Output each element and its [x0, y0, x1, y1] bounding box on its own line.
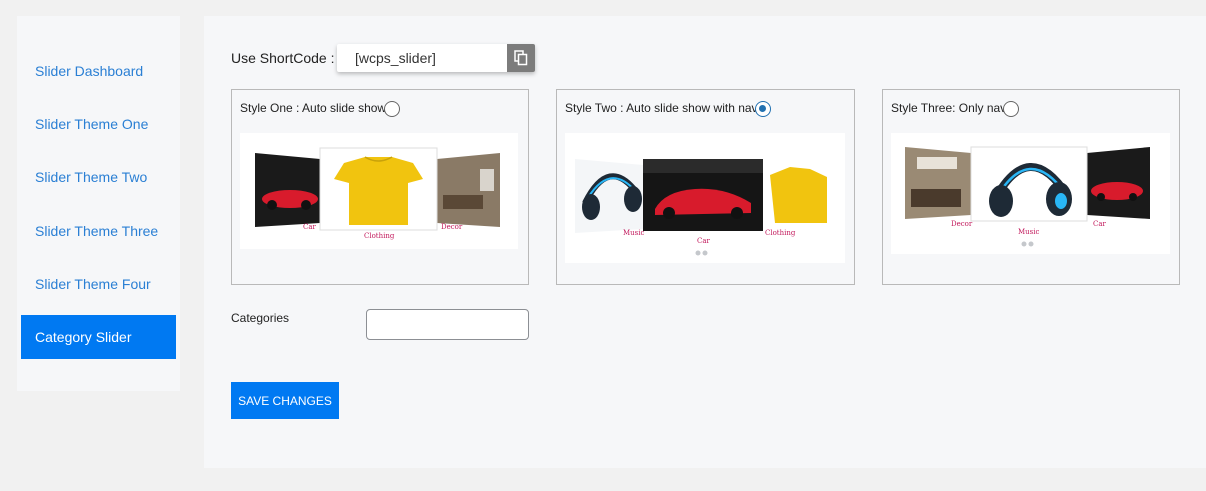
nav-dot[interactable]	[1021, 241, 1027, 247]
main-panel: Use ShortCode : [wcps_slider] Style One …	[204, 16, 1206, 468]
sidebar-item-slider-theme-one[interactable]: Slider Theme One	[21, 102, 176, 146]
style-three-caption-music: Music	[1018, 228, 1040, 236]
shortcode-label: Use ShortCode :	[231, 50, 335, 66]
style-two-caption-music: Music	[623, 229, 645, 237]
style-one-caption-decor: Decor	[441, 223, 463, 231]
save-changes-button[interactable]: SAVE CHANGES	[231, 382, 339, 419]
sidebar-item-slider-theme-four[interactable]: Slider Theme Four	[21, 262, 176, 306]
style-three-label: Style Three: Only nav	[891, 101, 1007, 115]
style-two-label: Style Two : Auto slide show with nav	[565, 101, 758, 115]
style-one-caption-car: Car	[303, 223, 317, 231]
sidebar-item-category-slider[interactable]: Category Slider	[21, 315, 176, 359]
copy-icon	[514, 50, 528, 66]
style-three-preview-image: Decor Music Car	[891, 133, 1170, 254]
shortcode-value[interactable]: [wcps_slider]	[355, 50, 436, 66]
style-one-card[interactable]: Style One : Auto slide show Car Clothing…	[231, 89, 529, 285]
sidebar-item-slider-theme-two[interactable]: Slider Theme Two	[21, 155, 176, 199]
style-three-caption-decor: Decor	[951, 220, 973, 228]
style-two-card[interactable]: Style Two : Auto slide show with nav Mus…	[556, 89, 855, 285]
style-three-caption-car: Car	[1093, 220, 1107, 228]
style-two-caption-clothing: Clothing	[765, 229, 796, 237]
copy-shortcode-button[interactable]	[507, 44, 535, 72]
style-one-radio[interactable]	[384, 101, 400, 117]
style-one-preview-image: Car Clothing Decor	[240, 133, 518, 249]
style-two-caption-car: Car	[697, 237, 711, 245]
style-two-radio[interactable]	[755, 101, 771, 117]
sidebar-item-slider-theme-three[interactable]: Slider Theme Three	[21, 209, 176, 253]
style-one-label: Style One : Auto slide show	[240, 101, 387, 115]
sidebar: Slider Dashboard Slider Theme One Slider…	[17, 16, 180, 391]
nav-dot[interactable]	[695, 250, 701, 256]
nav-dot[interactable]	[1028, 241, 1034, 247]
nav-dot[interactable]	[702, 250, 708, 256]
sidebar-item-slider-dashboard[interactable]: Slider Dashboard	[21, 49, 176, 93]
categories-input[interactable]	[366, 309, 529, 340]
shortcode-box: [wcps_slider]	[337, 44, 535, 72]
style-three-radio[interactable]	[1003, 101, 1019, 117]
style-one-caption-clothing: Clothing	[364, 232, 395, 240]
style-three-card[interactable]: Style Three: Only nav Decor Music Car	[882, 89, 1180, 285]
categories-label: Categories	[231, 311, 290, 325]
style-two-preview-image: Music Car Clothing	[565, 133, 845, 263]
